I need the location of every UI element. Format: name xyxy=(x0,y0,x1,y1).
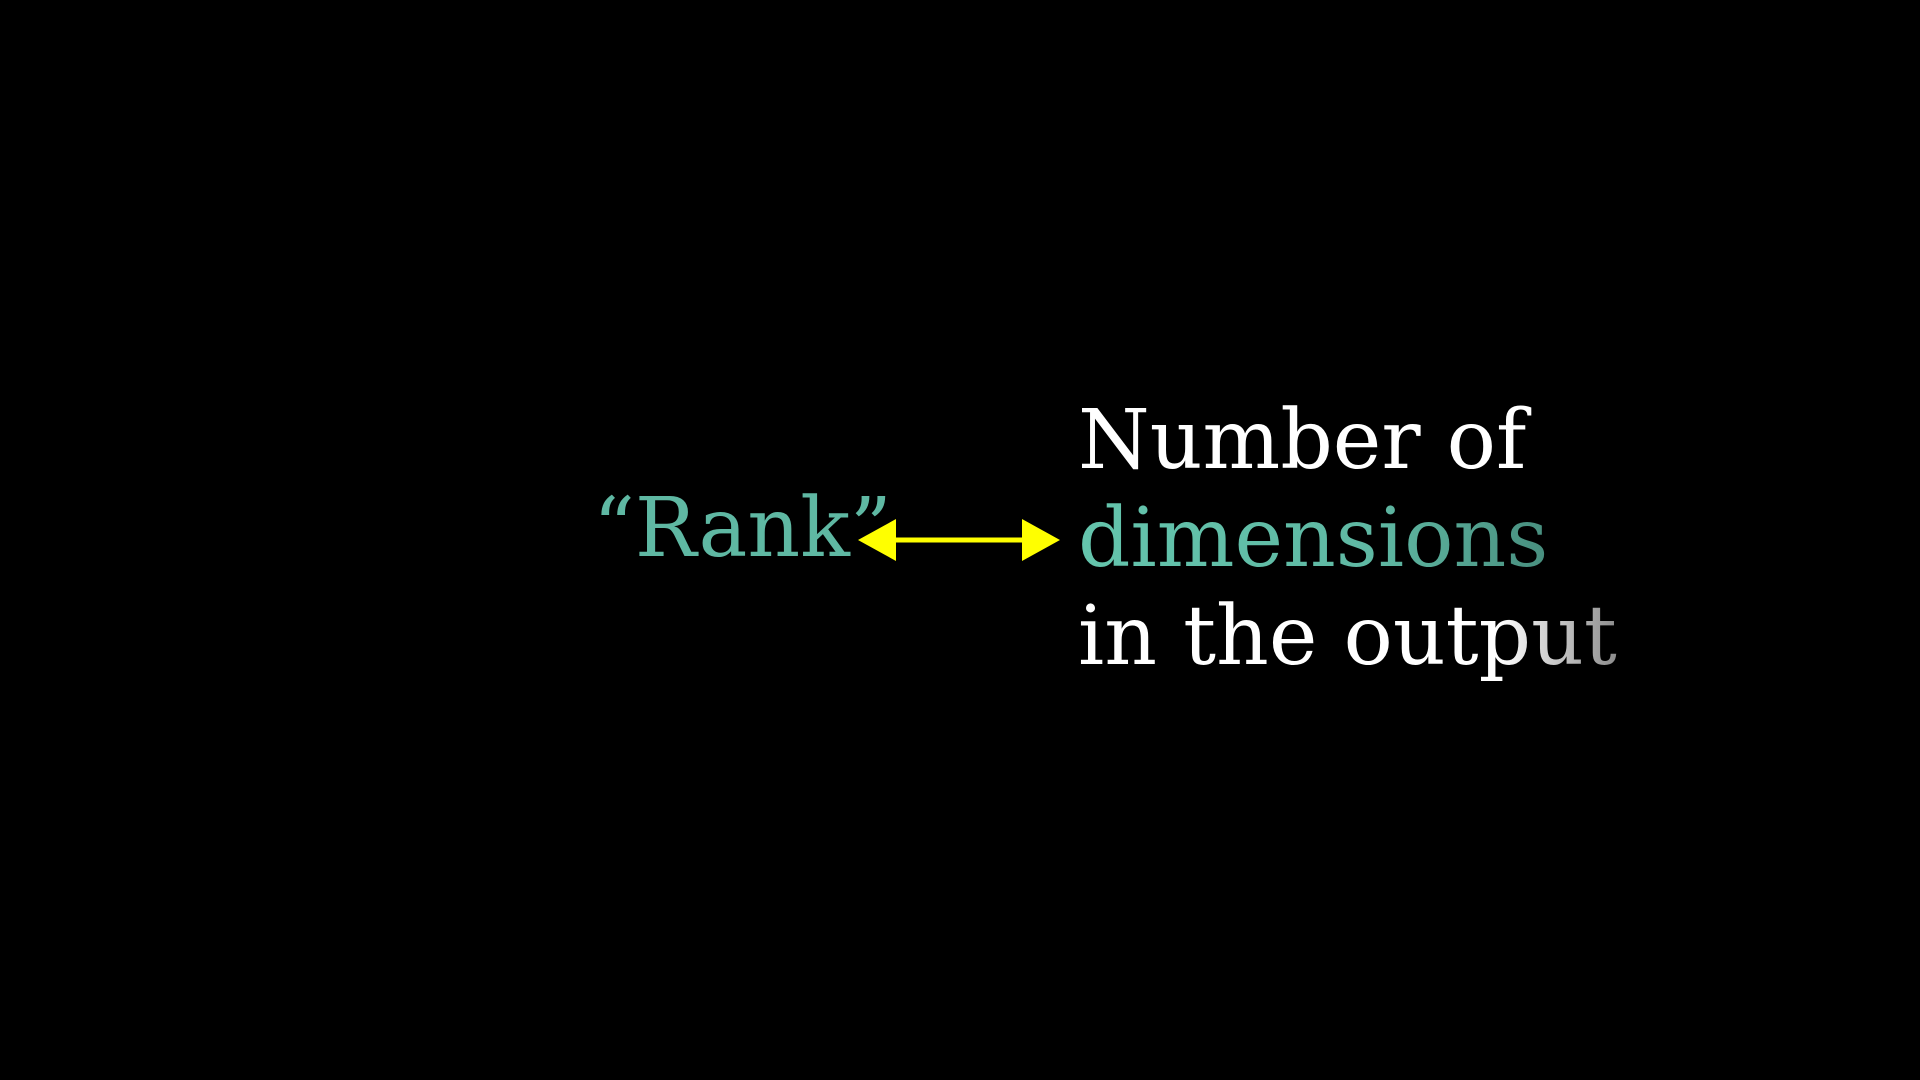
slide-canvas: “Rank” Number of dimensions in the outpu… xyxy=(0,0,1920,1080)
definition-line-in-the-output: in the output xyxy=(1078,589,1617,684)
double-headed-arrow-icon xyxy=(858,519,1060,561)
definition-line-dimensions: dimensions xyxy=(1078,490,1617,588)
definition-text: Number of dimensions in the output xyxy=(1078,392,1617,686)
definition-line-number-of: Number of xyxy=(1078,393,1527,488)
rank-term: “Rank” xyxy=(593,481,892,576)
